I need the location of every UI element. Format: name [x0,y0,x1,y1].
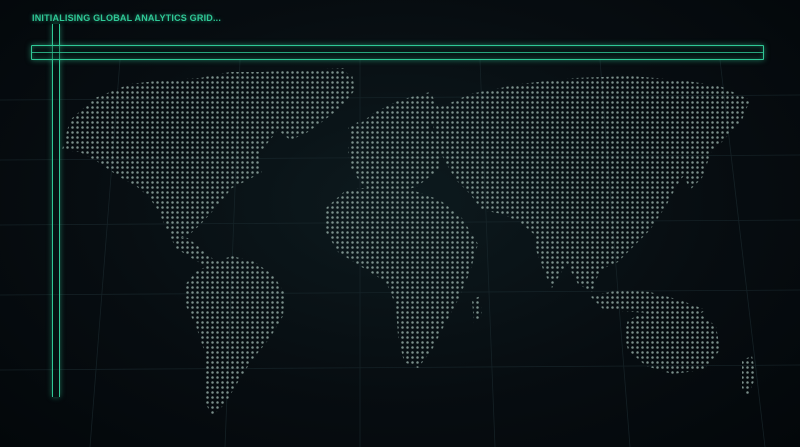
loading-progress-bar [31,45,764,60]
world-dot-map [0,59,800,447]
vertical-scan-bar [52,24,60,397]
loading-status-text: INITIALISING GLOBAL ANALYTICS GRID... [32,13,222,23]
loading-screen: INITIALISING GLOBAL ANALYTICS GRID... [0,0,800,447]
